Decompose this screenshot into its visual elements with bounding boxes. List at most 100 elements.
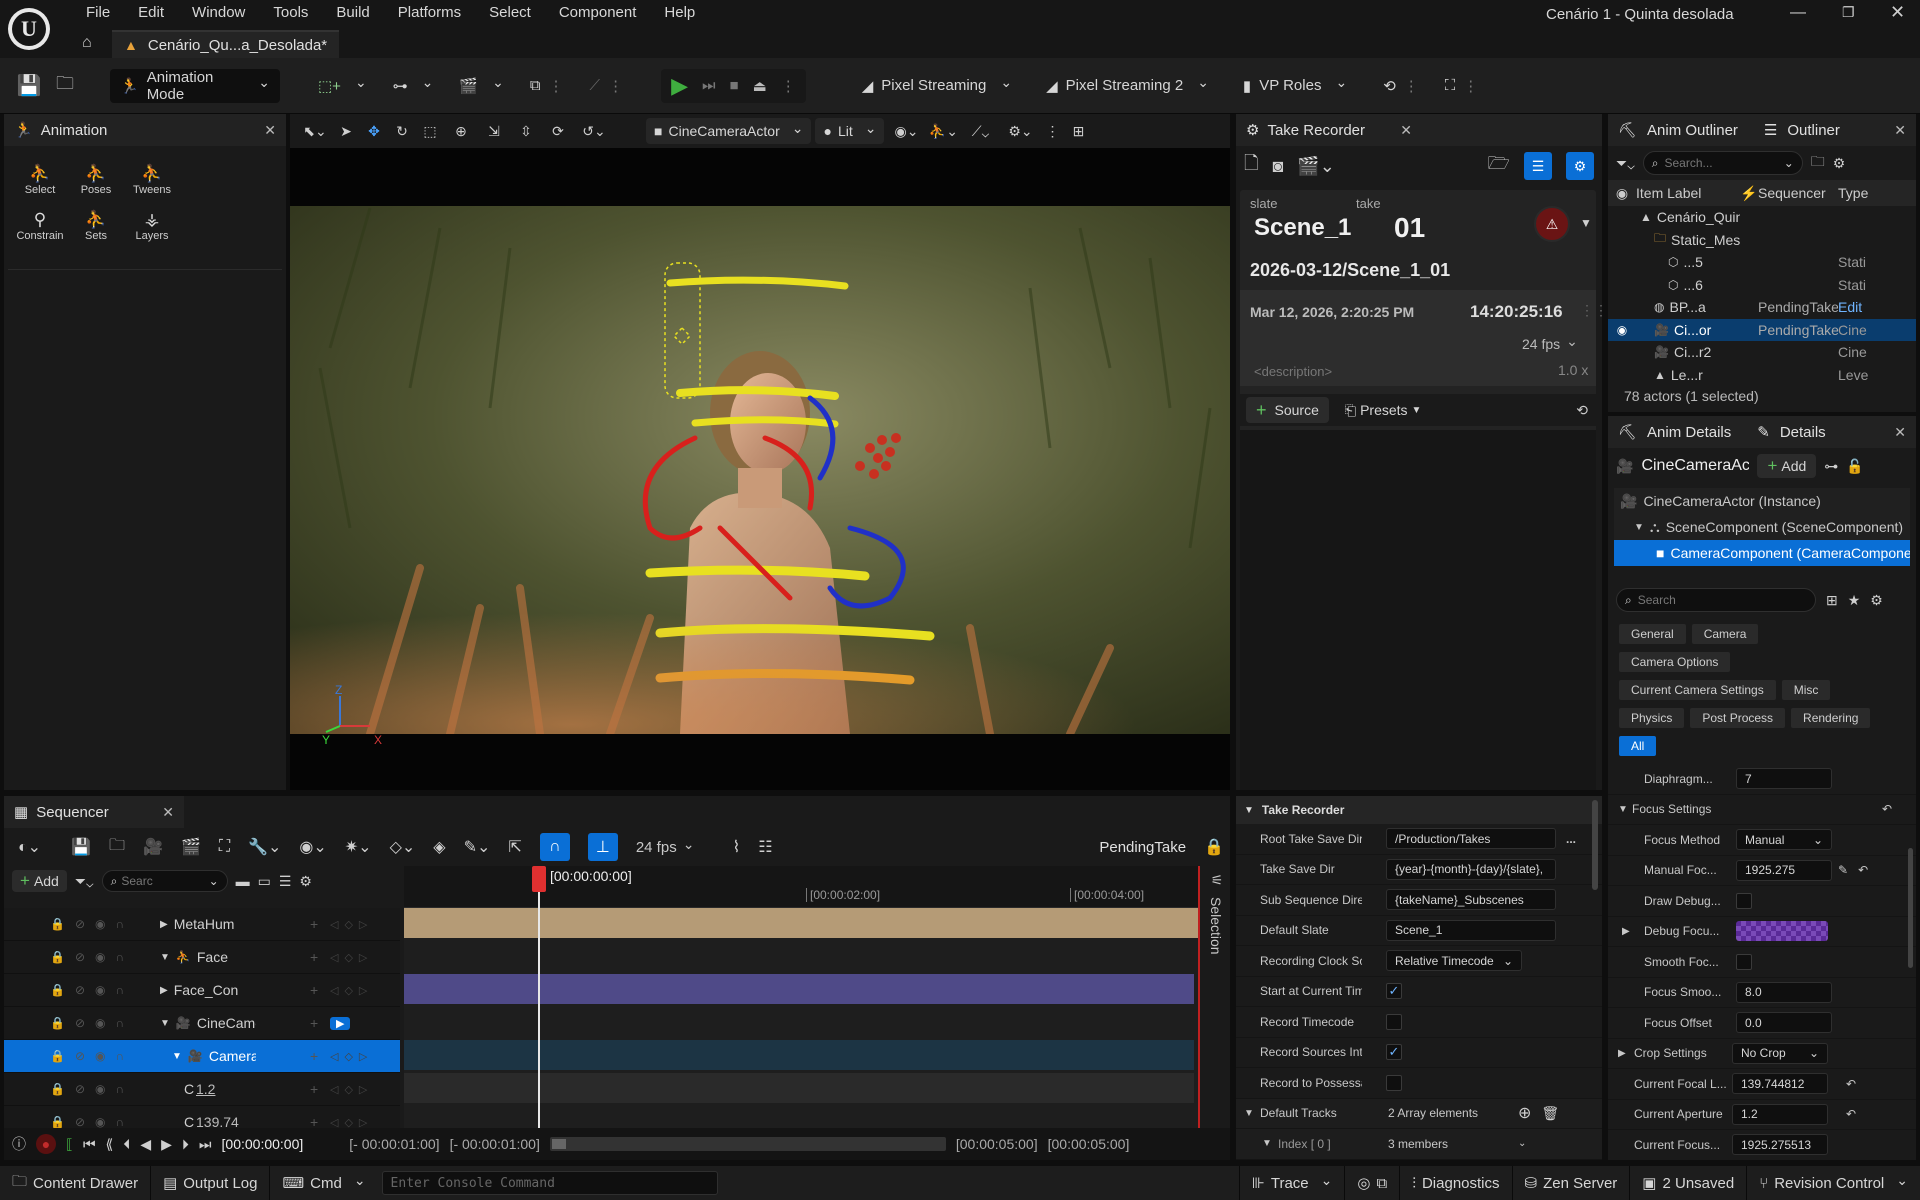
- range-scrollbar[interactable]: [549, 1137, 946, 1151]
- live-link-button[interactable]: ⟲ ⋮: [1373, 69, 1429, 103]
- slate-value[interactable]: Scene_1: [1254, 214, 1351, 242]
- save-icon[interactable]: 💾: [71, 837, 91, 857]
- camera-dropdown[interactable]: ■ CineCameraActor: [646, 118, 812, 144]
- property-field[interactable]: /Production/Takes: [1386, 828, 1556, 850]
- content-drawer-button[interactable]: 🗀 Content Drawer: [0, 1166, 152, 1200]
- actor-name[interactable]: CineCameraActor: [1641, 457, 1749, 475]
- play-reverse-icon[interactable]: ◀: [140, 1136, 151, 1153]
- category-post-process[interactable]: Post Process: [1689, 707, 1787, 729]
- close-window-icon[interactable]: ✕: [1890, 2, 1905, 23]
- key-nav-icons[interactable]: ◁◇▷: [330, 918, 400, 931]
- key-nav-icons[interactable]: ◁◇▷: [330, 984, 400, 997]
- category-rendering[interactable]: Rendering: [1790, 707, 1872, 729]
- outliner-search[interactable]: ⌕ Search... ⌄: [1642, 151, 1803, 175]
- expand-icon[interactable]: ▶: [160, 919, 168, 930]
- visibility-icon[interactable]: ◉: [1608, 323, 1636, 337]
- anim-details-tab[interactable]: Anim Details: [1647, 424, 1731, 441]
- property-combo[interactable]: Manual ⌄: [1736, 829, 1832, 851]
- range-start[interactable]: [- 00:00:01:00]: [349, 1136, 439, 1152]
- expand-icon[interactable]: ▭: [258, 873, 271, 890]
- surface-snap-icon[interactable]: ⇳: [512, 123, 540, 140]
- move-icon[interactable]: ✥: [362, 123, 386, 140]
- presets-button[interactable]: ⎗ Presets ▼: [1343, 397, 1424, 423]
- delete-icon[interactable]: 🗑: [1541, 1105, 1559, 1122]
- playback-options-icon[interactable]: ✷⌄: [345, 837, 372, 857]
- record-icon[interactable]: ●: [36, 1134, 56, 1154]
- reset-icon[interactable]: ↶: [1846, 1077, 1856, 1091]
- camera-cut-icon[interactable]: ▶: [330, 1016, 351, 1030]
- selection-label[interactable]: Selection: [1208, 897, 1224, 955]
- property-field[interactable]: {year}-{month}-{day}/{slate},: [1386, 858, 1556, 880]
- visibility-icon[interactable]: ◉: [1608, 185, 1636, 202]
- tool-tweens[interactable]: ⛹ Tweens: [124, 164, 180, 196]
- live-coding-button[interactable]: ◎ ⧉: [1345, 1166, 1401, 1200]
- tools-icon[interactable]: 🔧⌄: [248, 837, 281, 857]
- category-all[interactable]: All: [1618, 735, 1658, 757]
- property-checkbox[interactable]: [1736, 892, 1752, 909]
- time-ruler[interactable]: [00:00:02:00] [00:00:04:00]: [404, 866, 1200, 908]
- add-component-button[interactable]: + Add: [1757, 454, 1817, 478]
- playhead-handle[interactable]: [532, 866, 546, 892]
- build-button[interactable]: ⧉ ⋮: [520, 69, 574, 103]
- menu-component[interactable]: Component: [545, 0, 651, 26]
- take-recorder-property-row[interactable]: Start at Current Tim... ✓: [1236, 977, 1602, 1007]
- settings-icon[interactable]: ⚙: [1870, 592, 1883, 609]
- menu-help[interactable]: Help: [650, 0, 709, 26]
- take-value[interactable]: 01: [1394, 212, 1425, 244]
- outliner-row[interactable]: ◉ 🎥 Ci...or PendingTake Cine: [1608, 318, 1916, 341]
- default-tracks-row[interactable]: ▼ Default Tracks 2 Array elements ⊕ 🗑: [1236, 1098, 1602, 1129]
- outliner-row[interactable]: 🎥 Ci...r2 Cine: [1608, 341, 1916, 364]
- settings-icon[interactable]: ⚙: [1566, 152, 1594, 180]
- rotate-icon[interactable]: ↻: [390, 123, 414, 140]
- track-row[interactable]: 🔒⊘◉∩ C 1.2 + ◁◇▷: [4, 1073, 400, 1106]
- add-source-button[interactable]: + Source: [1246, 397, 1329, 423]
- track-row[interactable]: 🔒⊘◉∩ C 139.74 + ◁◇▷: [4, 1106, 400, 1128]
- home-icon[interactable]: ⌂: [82, 34, 92, 52]
- jump-to-start-icon[interactable]: ⏮: [83, 1136, 96, 1153]
- new-take-icon[interactable]: 🗋: [1244, 151, 1258, 181]
- select-mode-icon[interactable]: ➤: [334, 123, 358, 140]
- details-property-row[interactable]: ▶ Crop Settings No Crop ⌄: [1608, 1039, 1916, 1069]
- unreal-logo[interactable]: U: [8, 8, 50, 50]
- add-key-icon[interactable]: +: [310, 1015, 330, 1031]
- close-icon[interactable]: ✕: [1400, 122, 1412, 139]
- details-property-row[interactable]: Focus Offset 0.0: [1608, 1008, 1916, 1039]
- add-key-icon[interactable]: +: [310, 916, 330, 932]
- auto-key-icon[interactable]: ◈: [433, 837, 445, 857]
- face-control-section[interactable]: [404, 974, 1194, 1004]
- mode-dropdown[interactable]: 🏃 Animation Mode: [110, 68, 280, 103]
- menu-select[interactable]: Select: [475, 0, 545, 26]
- anim-outliner-tab[interactable]: Anim Outliner: [1647, 122, 1738, 139]
- scale-icon[interactable]: ⬚: [418, 123, 442, 140]
- add-folder-icon[interactable]: 🗀: [1811, 151, 1825, 175]
- snap-icon[interactable]: ⇲: [480, 123, 508, 140]
- details-property-row[interactable]: Current Focus... 1925.275513: [1608, 1130, 1916, 1160]
- blueprint-icon[interactable]: ⊶: [1824, 458, 1838, 475]
- add-key-icon[interactable]: +: [310, 1048, 330, 1064]
- expand-icon[interactable]: ▼: [160, 952, 170, 963]
- reset-icon[interactable]: ↶: [1846, 1107, 1856, 1121]
- vp-roles-button[interactable]: ▮ VP Roles: [1233, 69, 1357, 103]
- reset-icon[interactable]: ↶: [1882, 802, 1892, 816]
- key-icon[interactable]: ◇⌄: [390, 837, 416, 857]
- menu-build[interactable]: Build: [322, 0, 383, 26]
- take-recorder-property-row[interactable]: Record Timecode: [1236, 1007, 1602, 1038]
- menu-platforms[interactable]: Platforms: [384, 0, 475, 26]
- details-scrollbar[interactable]: [1908, 848, 1913, 968]
- tracks-icon[interactable]: ☷: [758, 837, 772, 857]
- pixel-streaming-2-button[interactable]: ◢ Pixel Streaming 2: [1036, 69, 1219, 103]
- menu-tools[interactable]: Tools: [259, 0, 322, 26]
- category-physics[interactable]: Physics: [1618, 707, 1686, 729]
- track-row[interactable]: 🔒⊘◉∩ ▶ MetaHum + ◁◇▷: [4, 908, 400, 941]
- details-property-row[interactable]: Manual Foc... 1925.275 ✎ ↶: [1608, 856, 1916, 886]
- menu-file[interactable]: File: [72, 0, 124, 26]
- record-button[interactable]: ⚠: [1534, 206, 1570, 242]
- camera-param-section[interactable]: [404, 1073, 1194, 1103]
- timeline[interactable]: [00:00:02:00] [00:00:04:00] [00:00:00:00…: [404, 866, 1200, 1128]
- add-element-icon[interactable]: ⊕: [1518, 1103, 1531, 1123]
- property-checkbox[interactable]: ✓: [1386, 983, 1402, 1000]
- details-property-row[interactable]: Focus Method Manual ⌄: [1608, 825, 1916, 856]
- browse-icon[interactable]: 🗀: [50, 71, 80, 101]
- review-icon[interactable]: ◙: [1272, 156, 1283, 177]
- cinematics-button[interactable]: 🎬: [449, 69, 513, 103]
